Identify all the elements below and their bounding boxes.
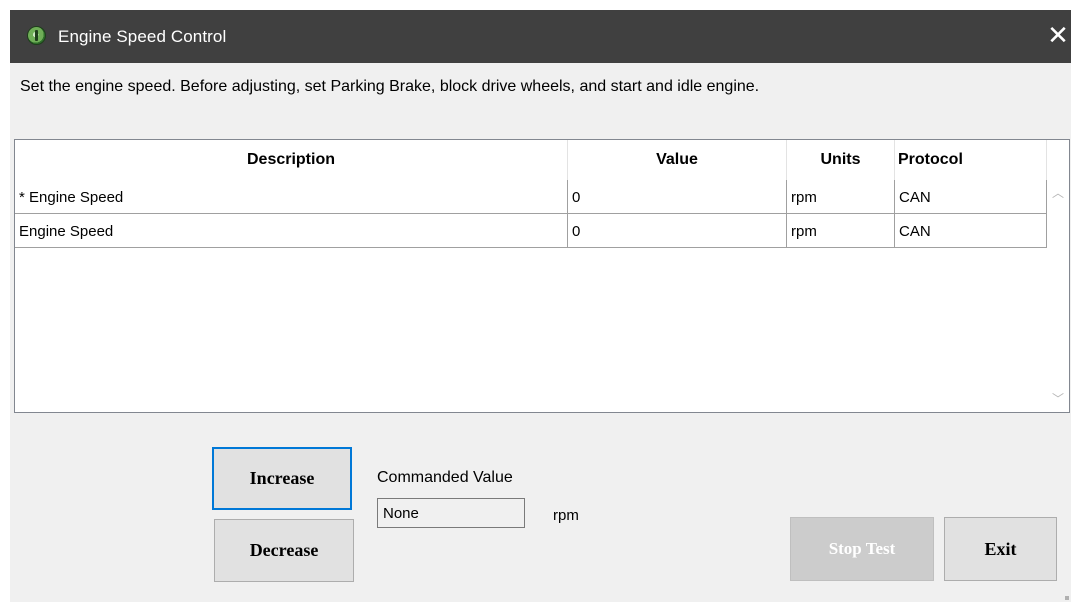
commanded-value-label: Commanded Value (377, 469, 513, 486)
column-header-value[interactable]: Value (568, 140, 787, 180)
column-header-units[interactable]: Units (787, 140, 895, 180)
row-protocol: CAN (895, 214, 1047, 248)
column-header-protocol[interactable]: Protocol (895, 140, 1047, 180)
row-description: Engine Speed (15, 214, 568, 248)
column-header-description[interactable]: Description (15, 140, 568, 180)
scroll-down-icon[interactable]: ﹀ (1051, 392, 1065, 406)
row-value: 0 (568, 180, 787, 214)
title-bar[interactable]: Engine Speed Control ✕ (10, 10, 1071, 63)
increase-button[interactable]: Increase (212, 447, 352, 510)
row-units: rpm (787, 214, 895, 248)
row-value: 0 (568, 214, 787, 248)
decrease-button[interactable]: Decrease (214, 519, 354, 582)
resize-grip[interactable] (1065, 596, 1069, 600)
window-title: Engine Speed Control (58, 27, 227, 46)
table-row[interactable]: * Engine Speed 0 rpm CAN (15, 180, 1047, 214)
row-units: rpm (787, 180, 895, 214)
dialog-body: Set the engine speed. Before adjusting, … (10, 63, 1071, 602)
close-icon[interactable]: ✕ (1045, 22, 1071, 52)
stop-test-button[interactable]: Stop Test (790, 517, 934, 581)
row-description: * Engine Speed (15, 180, 568, 214)
instructions-text: Set the engine speed. Before adjusting, … (20, 78, 760, 95)
scroll-up-icon[interactable]: ︿ (1051, 186, 1065, 200)
commanded-unit-label: rpm (553, 507, 579, 524)
row-protocol: CAN (895, 180, 1047, 214)
table-row[interactable]: Engine Speed 0 rpm CAN (15, 214, 1047, 248)
exit-button[interactable]: Exit (944, 517, 1057, 581)
table-scrollbar[interactable]: ︿ ﹀ (1047, 180, 1069, 412)
commanded-value-field: None (377, 498, 525, 528)
app-power-icon (27, 26, 46, 45)
table-header: Description Value Units Protocol (15, 140, 1069, 180)
parameters-table[interactable]: Description Value Units Protocol * Engin… (14, 139, 1070, 413)
